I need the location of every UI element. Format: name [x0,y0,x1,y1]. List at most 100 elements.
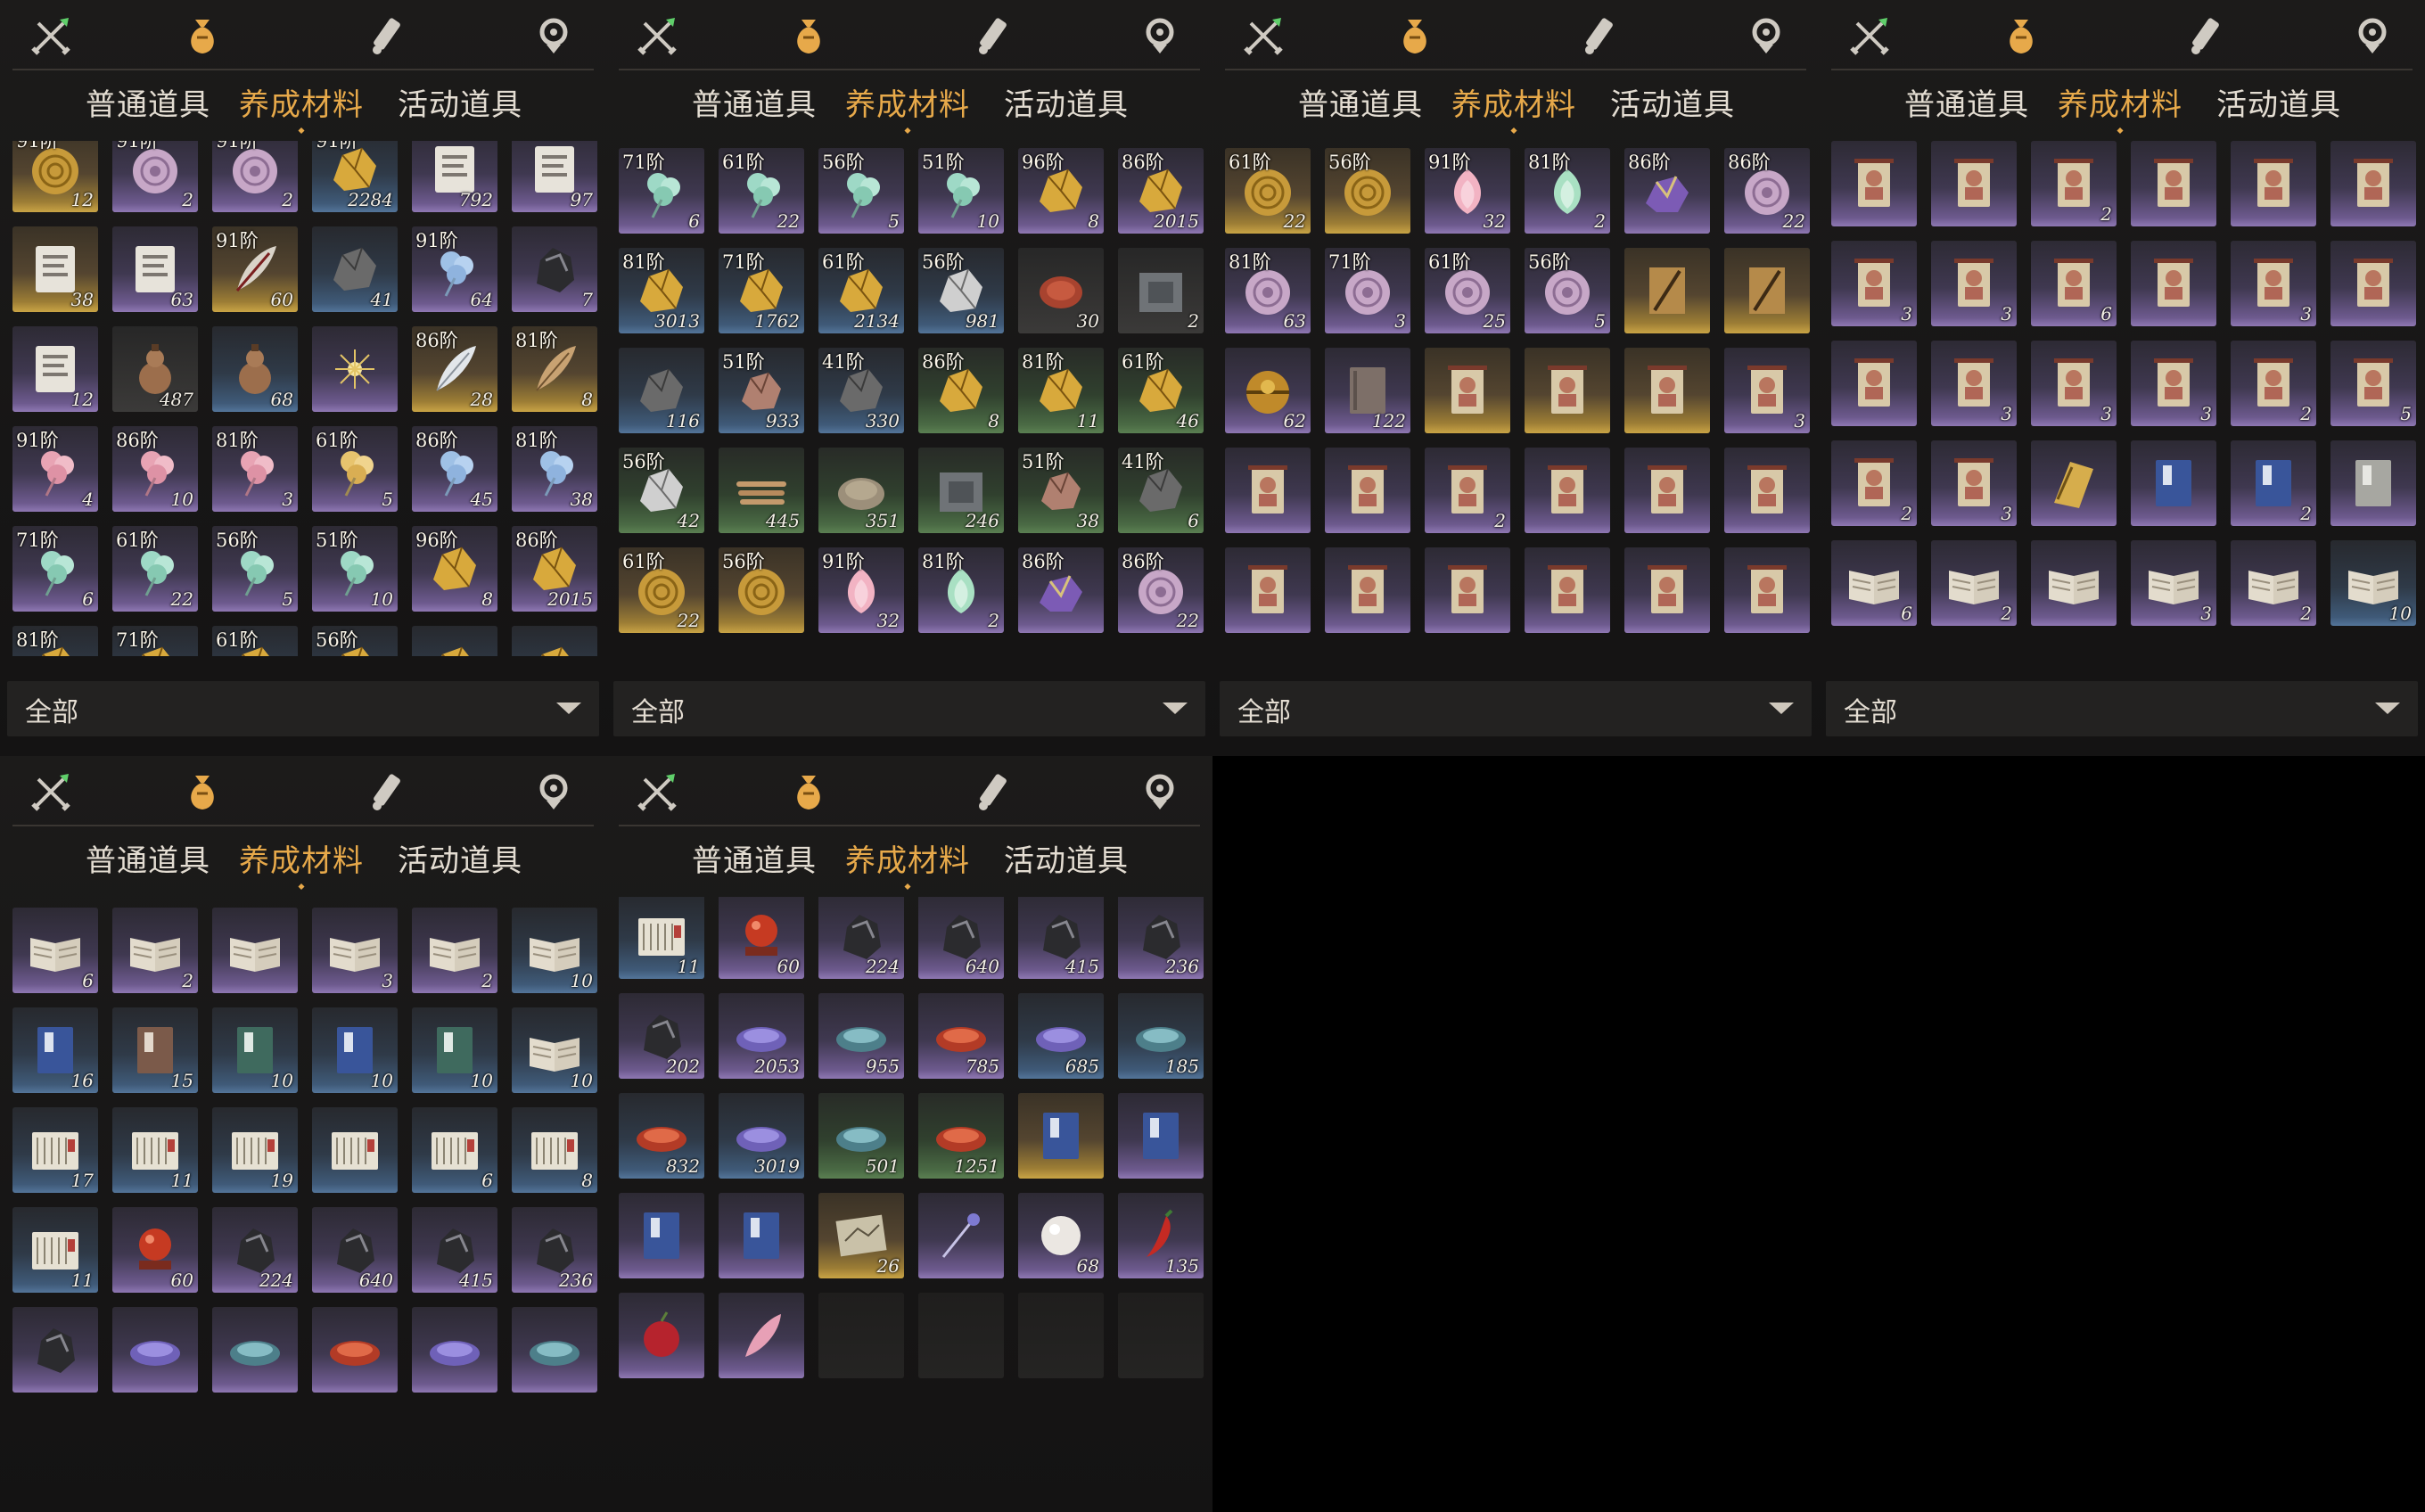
item-slot[interactable]: 81阶 11 [1018,348,1104,433]
subtab-0[interactable]: 普通道具 [86,80,210,124]
item-slot[interactable]: 3 [312,908,398,993]
item-slot[interactable]: 10 [512,908,597,993]
item-slot[interactable] [2330,141,2416,226]
item-slot[interactable]: 2 [2031,141,2117,226]
item-slot[interactable]: 71阶 6 [12,526,98,612]
tab-compass-icon[interactable] [1740,11,1792,61]
item-slot[interactable]: 10 [412,1007,497,1093]
item-slot[interactable]: 91阶 2 [112,141,198,212]
item-slot[interactable] [619,1193,704,1278]
item-slot[interactable] [312,326,398,412]
item-slot[interactable]: 832 [619,1093,704,1179]
item-slot[interactable]: 11 [112,1107,198,1193]
item-slot[interactable] [1724,248,1810,333]
item-slot[interactable]: 135 [1118,1193,1204,1278]
item-slot[interactable]: 38 [12,226,98,312]
item-slot[interactable]: 5 [2330,341,2416,426]
item-slot[interactable]: 81阶 2 [1525,148,1610,234]
item-slot[interactable]: 2 [1118,248,1204,333]
item-slot[interactable]: 61阶 5 [312,426,398,512]
tab-money-bag-icon[interactable] [1389,11,1441,61]
item-slot[interactable]: 3 [2231,241,2316,326]
item-slot[interactable]: 81阶 8 [512,326,597,412]
filter-dropdown[interactable]: 全部 [1826,681,2418,736]
subtab-1[interactable]: 养成材料 [2058,80,2182,124]
subtab-2[interactable]: 活动道具 [1004,836,1129,880]
subtab-0[interactable]: 普通道具 [1904,80,2029,124]
item-slot[interactable]: 68 [1018,1193,1104,1278]
item-slot[interactable]: 685 [1018,993,1104,1079]
item-slot[interactable]: 91阶 12 [12,141,98,212]
item-slot[interactable] [1325,547,1410,633]
item-slot[interactable] [2330,440,2416,526]
tab-money-bag-icon[interactable] [783,767,834,817]
item-slot[interactable]: 41 [312,226,398,312]
item-slot[interactable]: 10 [312,1007,398,1093]
item-slot[interactable]: 116 [619,348,704,433]
item-slot[interactable]: 640 [312,1207,398,1293]
item-slot[interactable]: 785 [918,993,1004,1079]
item-slot[interactable]: 60 [719,897,804,979]
item-slot[interactable]: 236 [512,1207,597,1293]
item-slot[interactable]: 56阶 [312,626,398,656]
item-slot[interactable]: 792 [412,141,497,212]
item-slot[interactable]: 51阶 38 [1018,448,1104,533]
item-slot[interactable]: 56阶 [719,547,804,633]
item-slot[interactable]: 2 [2231,440,2316,526]
item-slot[interactable] [1225,448,1311,533]
item-slot[interactable]: 41阶 330 [818,348,904,433]
item-slot[interactable]: 122 [1325,348,1410,433]
item-slot[interactable] [212,908,298,993]
item-slot[interactable] [1118,1093,1204,1179]
item-slot[interactable]: 11 [12,1207,98,1293]
subtab-2[interactable]: 活动道具 [398,80,522,124]
item-slot[interactable]: 2 [2231,540,2316,626]
subtab-0[interactable]: 普通道具 [1298,80,1423,124]
item-slot[interactable]: 3019 [719,1093,804,1179]
item-slot[interactable]: 68 [212,326,298,412]
item-slot[interactable]: 63 [112,226,198,312]
item-slot[interactable]: 61阶 25 [1425,248,1510,333]
item-slot[interactable] [1225,547,1311,633]
item-slot[interactable]: 91阶 60 [212,226,298,312]
tab-scroll-icon[interactable] [2181,11,2232,61]
item-slot[interactable]: 11 [619,897,704,979]
item-slot[interactable]: 60 [112,1207,198,1293]
item-slot[interactable]: 2 [1425,448,1510,533]
item-slot[interactable]: 10 [512,1007,597,1093]
item-slot[interactable]: 41阶 6 [1118,448,1204,533]
item-slot[interactable]: 445 [719,448,804,533]
item-slot[interactable]: 3 [1931,341,2017,426]
tab-crossed-swords-icon[interactable] [25,767,77,817]
item-slot[interactable]: 86阶 8 [918,348,1004,433]
item-slot[interactable]: 71阶 1762 [719,248,804,333]
item-slot[interactable]: 86阶 45 [412,426,497,512]
item-slot[interactable]: 12 [12,326,98,412]
item-slot[interactable]: 56阶 5 [212,526,298,612]
item-slot[interactable] [2231,141,2316,226]
item-slot[interactable]: 8 [512,1107,597,1193]
item-slot[interactable]: 86阶 10 [112,426,198,512]
item-slot[interactable]: 86阶 22 [1724,148,1810,234]
item-slot[interactable]: 2 [412,908,497,993]
item-slot[interactable] [2330,241,2416,326]
item-slot[interactable] [1724,448,1810,533]
item-slot[interactable]: 2 [2231,341,2316,426]
item-slot[interactable] [1525,547,1610,633]
subtab-0[interactable]: 普通道具 [692,836,817,880]
tab-compass-icon[interactable] [2347,11,2398,61]
item-slot[interactable]: 3 [2131,341,2216,426]
item-slot[interactable] [619,1293,704,1378]
item-slot[interactable]: 351 [818,448,904,533]
item-slot[interactable]: 91阶 2 [212,141,298,212]
item-slot[interactable] [412,626,497,656]
item-slot[interactable]: 17 [12,1107,98,1193]
item-slot[interactable]: 3 [1931,241,2017,326]
subtab-1[interactable]: 养成材料 [1451,80,1576,124]
item-slot[interactable]: 61阶 2134 [818,248,904,333]
item-slot[interactable]: 2 [1831,440,1917,526]
subtab-1[interactable]: 养成材料 [845,80,970,124]
item-slot[interactable]: 487 [112,326,198,412]
item-slot[interactable]: 81阶 3 [212,426,298,512]
tab-scroll-icon[interactable] [968,767,1020,817]
